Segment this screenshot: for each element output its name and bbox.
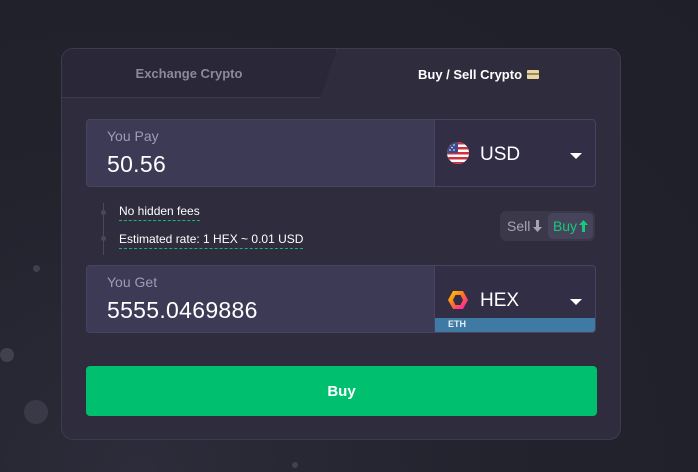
buy-button-label: Buy <box>327 382 356 400</box>
sell-option[interactable]: Sell <box>507 218 543 234</box>
estimated-rate-text[interactable]: Estimated rate: 1 HEX ~ 0.01 USD <box>119 232 304 249</box>
info-bullet <box>101 210 106 215</box>
hex-logo-icon <box>447 290 469 310</box>
pay-currency-code: USD <box>480 144 521 165</box>
you-pay-label: You Pay <box>107 128 159 144</box>
sell-label: Sell <box>507 218 531 234</box>
you-get-field: You Get 5555.0469886 HEX ETH <box>86 265 596 333</box>
tab-exchange-label: Exchange Crypto <box>135 65 243 81</box>
tab-exchange-crypto[interactable]: Exchange Crypto <box>62 49 337 98</box>
arrow-down-icon <box>533 220 543 232</box>
background-dot <box>33 265 40 272</box>
rate-info: No hidden fees Estimated rate: 1 HEX ~ 0… <box>99 199 349 259</box>
exchange-widget: Exchange Crypto Buy / Sell Crypto You Pa… <box>61 48 621 440</box>
chevron-down-icon <box>570 299 582 305</box>
credit-card-icon <box>527 69 540 79</box>
tab-buy-sell-label: Buy / Sell Crypto <box>417 66 523 82</box>
buy-option[interactable]: Buy <box>548 213 593 239</box>
buy-button[interactable]: Buy <box>86 366 597 416</box>
pay-currency-select[interactable]: USD <box>434 120 595 186</box>
network-badge: ETH <box>435 318 595 332</box>
background-dot <box>0 348 14 362</box>
tab-buy-sell-crypto[interactable]: Buy / Sell Crypto <box>337 49 620 99</box>
you-get-label: You Get <box>107 274 158 290</box>
get-currency-select[interactable]: HEX ETH <box>434 266 595 332</box>
no-hidden-fees-link[interactable]: No hidden fees <box>119 204 200 221</box>
background-dot <box>292 462 298 468</box>
get-currency-code: HEX <box>480 290 520 311</box>
tab-bar: Exchange Crypto Buy / Sell Crypto <box>62 49 620 99</box>
arrow-up-icon <box>579 220 589 232</box>
you-pay-field: You Pay 50.56 USD <box>86 119 596 187</box>
buy-toggle-label: Buy <box>552 218 578 234</box>
info-bullet <box>101 236 106 241</box>
network-label: ETH <box>448 319 466 329</box>
you-get-value[interactable]: 5555.0469886 <box>107 297 258 324</box>
background-dot <box>24 400 48 424</box>
chevron-down-icon <box>570 153 582 159</box>
us-flag-icon <box>447 142 469 164</box>
you-pay-input[interactable]: 50.56 <box>107 151 166 178</box>
sell-buy-toggle: Sell Buy <box>500 211 595 241</box>
